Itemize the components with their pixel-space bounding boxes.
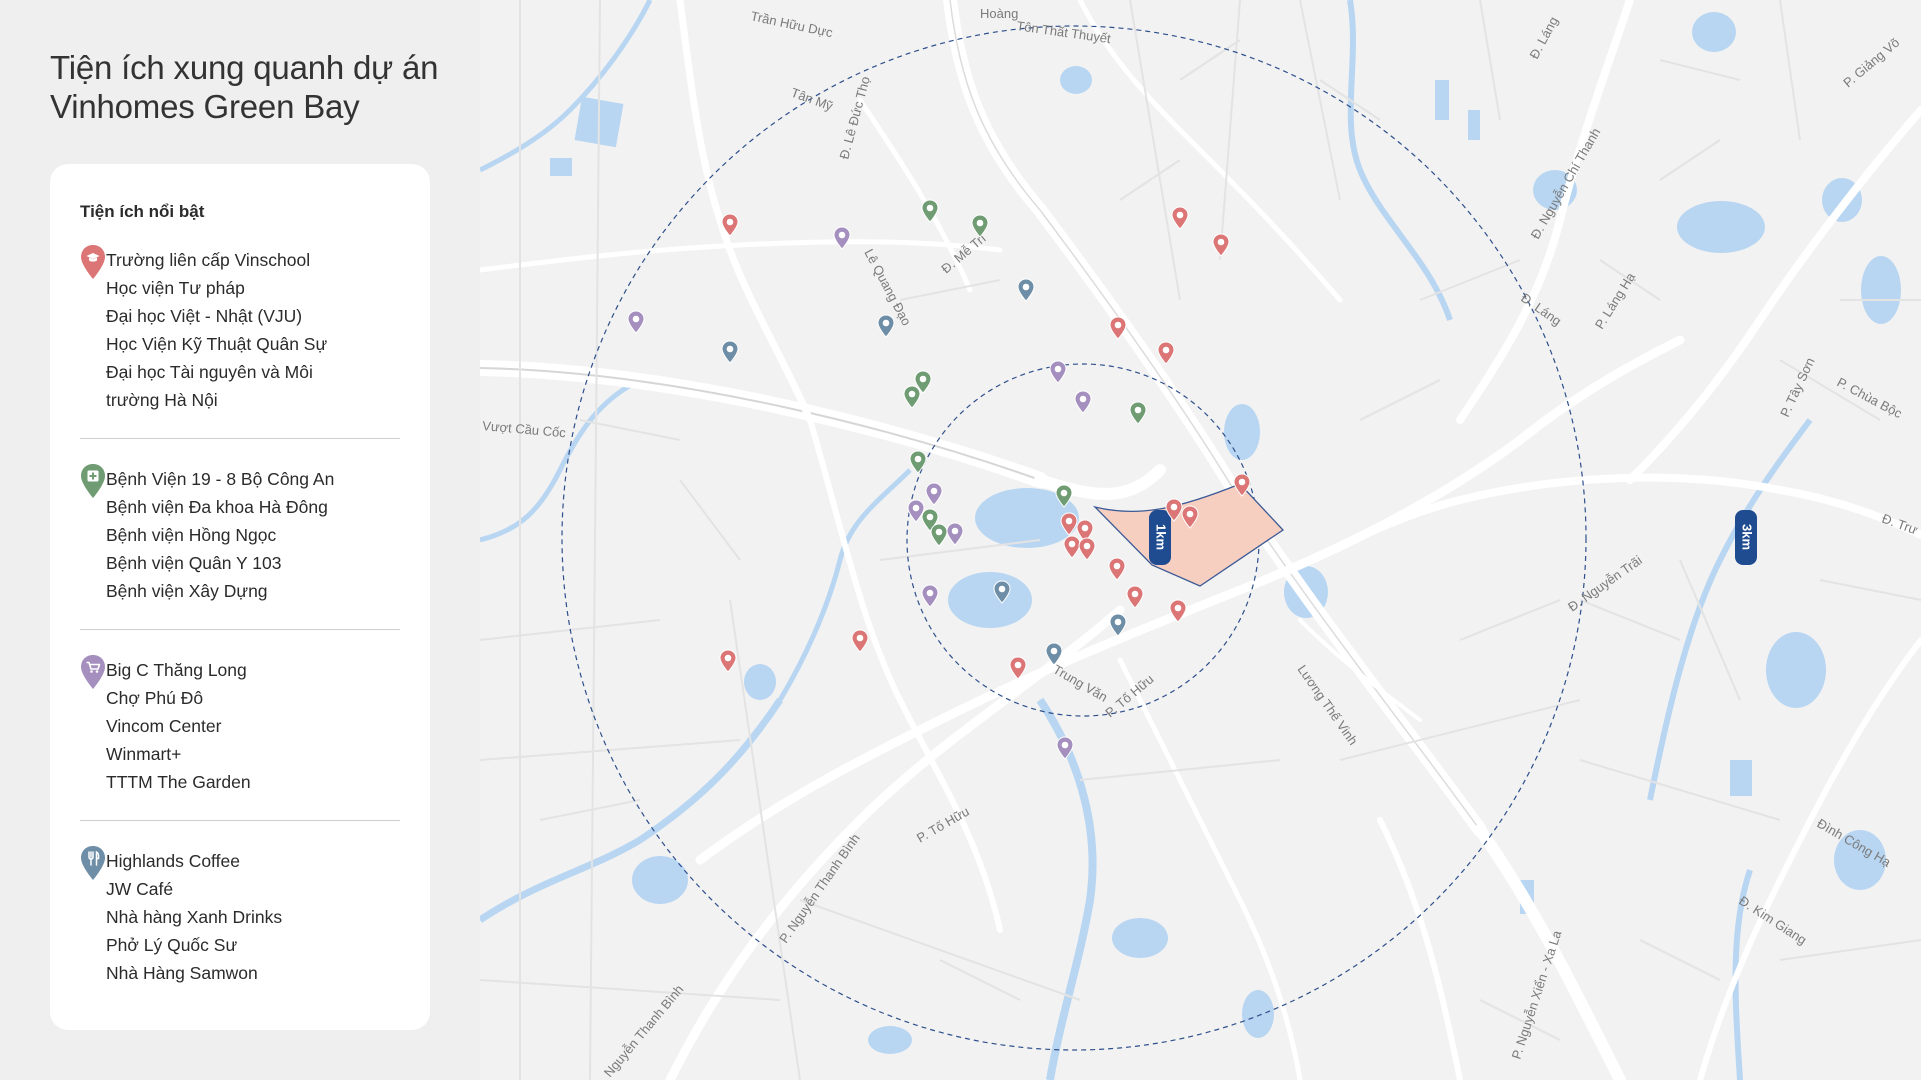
amenity-group-schools: Trường liên cấp Vinschool Học viện Tư ph… (80, 245, 400, 438)
list-item: Học viện Tư pháp (106, 278, 245, 298)
street-label: Hoàng (980, 6, 1018, 21)
list-item: Big C Thăng Long (106, 660, 247, 680)
divider (80, 820, 400, 821)
page-title-line-2: Vinhomes Green Bay (50, 88, 360, 125)
list-item: Bệnh viện Xây Dựng (106, 581, 268, 601)
list-item: Bệnh viện Hồng Ngọc (106, 525, 277, 545)
radius-1km-badge: 1km (1149, 510, 1171, 565)
list-item: TTTM The Garden (106, 772, 251, 792)
list-item: Đại học Tài nguyên và Môi (106, 362, 313, 382)
sidebar: Tiện ích xung quanh dự án Vinhomes Green… (0, 0, 480, 1080)
list-item: Học Viện Kỹ Thuật Quân Sự (106, 334, 328, 354)
school-pin-icon (80, 245, 106, 282)
list-item: Bệnh Viện 19 - 8 Bộ Công An (106, 469, 335, 489)
school-list: Trường liên cấp Vinschool Học viện Tư ph… (106, 246, 327, 414)
card-heading: Tiện ích nổi bật (80, 202, 205, 221)
list-item: Chợ Phú Đô (106, 688, 204, 708)
amenity-group-hospitals: Bệnh Viện 19 - 8 Bộ Công An Bệnh viện Đa… (80, 464, 400, 629)
list-item: Nhà hàng Xanh Drinks (106, 907, 283, 927)
list-item: Highlands Coffee (106, 851, 240, 871)
list-item: Nhà Hàng Samwon (106, 963, 258, 983)
list-item: Bệnh viện Đa khoa Hà Đông (106, 497, 328, 517)
radius-3km-badge: 3km (1735, 510, 1757, 565)
page-title-line-1: Tiện ích xung quanh dự án (50, 49, 439, 86)
map-canvas[interactable]: Tôn Thất Thuyết Hoàng Trần Hữu Dực Tân M… (480, 0, 1921, 1080)
restaurant-pin-icon (80, 846, 106, 883)
list-item: Đại học Việt - Nhật (VJU) (106, 306, 303, 326)
list-item: Bệnh viện Quân Y 103 (106, 553, 282, 573)
amenity-group-shopping: Big C Thăng Long Chợ Phú Đô Vincom Cente… (80, 655, 400, 820)
shopping-cart-pin-icon (80, 655, 106, 692)
list-item: JW Café (106, 879, 174, 899)
shopping-list: Big C Thăng Long Chợ Phú Đô Vincom Cente… (106, 656, 251, 796)
list-item: Vincom Center (106, 716, 222, 736)
page-title: Tiện ích xung quanh dự án Vinhomes Green… (50, 48, 450, 126)
amenity-card: Tiện ích nổi bật Trường liên cấp Vinscho… (50, 164, 430, 1030)
list-item: trường Hà Nội (106, 390, 218, 410)
amenity-group-food: Highlands Coffee JW Café Nhà hàng Xanh D… (80, 846, 400, 1011)
divider (80, 629, 400, 630)
radius-1km-label: 1km (1154, 524, 1169, 550)
list-item: Phở Lý Quốc Sư (106, 935, 238, 955)
hospital-list: Bệnh Viện 19 - 8 Bộ Công An Bệnh viện Đa… (106, 465, 334, 605)
map-svg[interactable]: Tôn Thất Thuyết Hoàng Trần Hữu Dực Tân M… (480, 0, 1921, 1080)
list-item: Trường liên cấp Vinschool (106, 250, 311, 270)
food-list: Highlands Coffee JW Café Nhà hàng Xanh D… (106, 847, 282, 987)
radius-3km-label: 3km (1740, 524, 1755, 550)
hospital-pin-icon (80, 464, 106, 501)
list-item: Winmart+ (106, 744, 182, 764)
divider (80, 438, 400, 439)
